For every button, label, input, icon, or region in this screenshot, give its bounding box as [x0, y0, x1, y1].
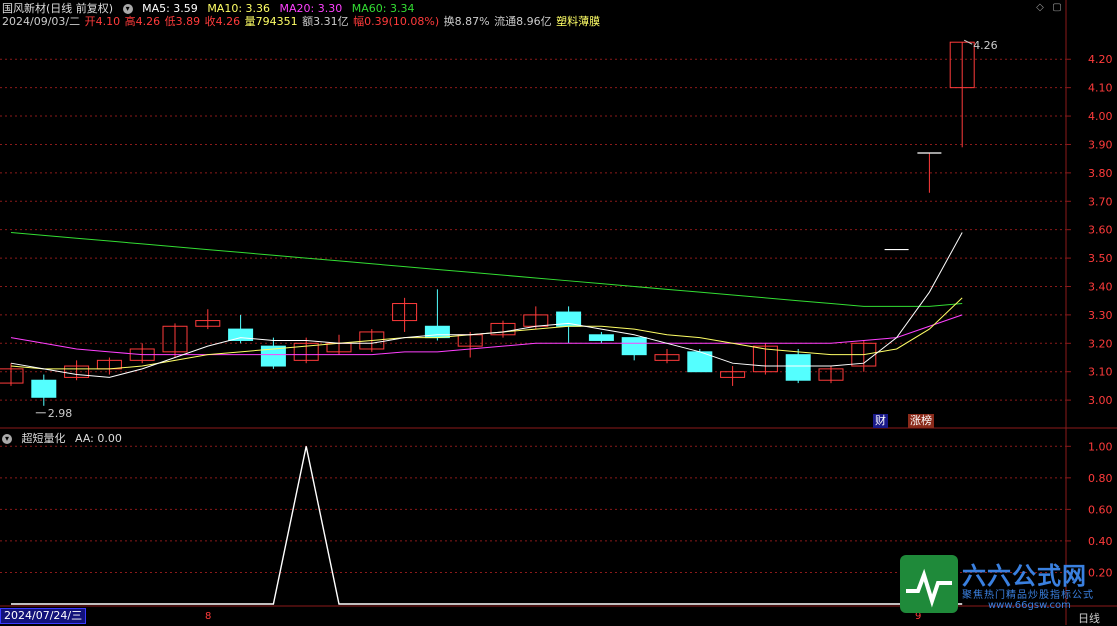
candle-body [785, 354, 811, 381]
main-ytick-label: 4.00 [1088, 110, 1113, 123]
logo-subtitle: 聚焦热门精品炒股指标公式 [962, 590, 1094, 601]
ma60-line [10, 232, 963, 307]
candle[interactable] [818, 366, 844, 384]
main-ytick-label: 3.90 [1088, 138, 1113, 151]
aa-line [11, 446, 963, 605]
main-ytick-label: 3.70 [1088, 195, 1113, 208]
sub-ytick-label: 0.80 [1088, 472, 1113, 485]
main-ytick-label: 3.60 [1088, 224, 1113, 237]
candle-body [31, 379, 57, 398]
candle[interactable] [129, 343, 155, 364]
candle[interactable] [720, 366, 746, 386]
sub-ytick-label: 1.00 [1088, 440, 1113, 453]
candle[interactable] [326, 334, 352, 355]
main-ytick-label: 3.40 [1088, 280, 1113, 293]
candle[interactable] [490, 320, 516, 338]
candle[interactable] [687, 348, 713, 373]
candle[interactable] [588, 331, 614, 344]
candle[interactable] [260, 337, 286, 369]
zhangbang-badge[interactable]: 涨榜 [908, 414, 934, 428]
logo-url: www.66gsw.com [988, 600, 1071, 611]
cai-badge[interactable]: 财 [873, 414, 888, 428]
main-ytick-label: 3.30 [1088, 309, 1113, 322]
candle[interactable] [949, 41, 975, 148]
main-grid [0, 58, 1066, 401]
ma5-line [10, 232, 963, 378]
main-ytick-label: 3.20 [1088, 337, 1113, 350]
candle[interactable] [654, 348, 680, 364]
sub-ytick-label: 0.60 [1088, 503, 1113, 516]
candles[interactable] [0, 41, 975, 406]
candle-body [588, 334, 614, 341]
time-marker-left: 8 [205, 611, 211, 622]
main-ytick-label: 3.00 [1088, 394, 1113, 407]
cursor-date-box: 2024/07/24/三 [0, 608, 87, 624]
main-ytick-label: 3.10 [1088, 366, 1113, 379]
sub-ytick-label: 0.40 [1088, 535, 1113, 548]
candle[interactable] [31, 374, 57, 406]
candle[interactable] [162, 323, 188, 358]
main-ytick-label: 3.50 [1088, 252, 1113, 265]
main-ytick-label: 4.20 [1088, 53, 1113, 66]
candle[interactable] [64, 360, 90, 381]
candle-body [621, 337, 647, 356]
max-label: 4.26 [973, 39, 998, 52]
main-yticks: 4.20 4.10 4.00 3.90 3.80 3.70 3.60 3.50 3.40 3.30… [1066, 53, 1113, 407]
candle[interactable] [195, 309, 221, 330]
main-ytick-label: 4.10 [1088, 82, 1113, 95]
kline-chart[interactable]: 4.20 4.10 4.00 3.90 3.80 3.70 3.60 3.50 3.40 3.30… [0, 0, 1117, 625]
min-label: 2.98 [48, 407, 73, 420]
main-ytick-label: 3.80 [1088, 167, 1113, 180]
candle[interactable] [228, 314, 254, 344]
candle[interactable] [621, 337, 647, 361]
